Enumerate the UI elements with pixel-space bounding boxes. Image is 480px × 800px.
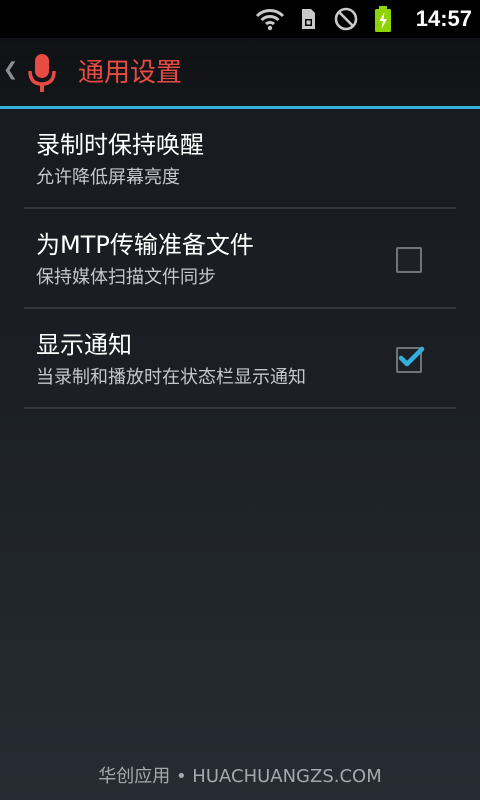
mtp-checkbox[interactable] — [396, 247, 422, 273]
watermark: 华创应用 • HUACHUANGZS.COM — [98, 766, 382, 787]
pref-title: 为MTP传输准备文件 — [36, 231, 254, 259]
pref-summary: 当录制和播放时在状态栏显示通知 — [36, 367, 306, 388]
pref-title: 显示通知 — [36, 331, 132, 359]
pref-show-notification[interactable]: 显示通知 当录制和播放时在状态栏显示通知 — [24, 309, 456, 409]
notification-checkbox[interactable] — [396, 346, 425, 373]
battery-charging-icon — [375, 6, 391, 32]
sd-card-icon — [302, 9, 315, 29]
pref-title: 录制时保持唤醒 — [36, 131, 204, 159]
page-title[interactable]: 通用设置 — [78, 56, 182, 90]
action-bar: ❮ 通用设置 — [0, 38, 480, 106]
do-not-disturb-icon — [334, 7, 358, 31]
checkmark-icon — [398, 346, 425, 367]
status-bar: 14:57 — [0, 0, 480, 38]
pref-summary: 允许降低屏幕亮度 — [36, 167, 180, 188]
microphone-icon[interactable] — [22, 52, 62, 94]
pref-mtp-prepare[interactable]: 为MTP传输准备文件 保持媒体扫描文件同步 — [24, 209, 456, 309]
preference-list: 录制时保持唤醒 允许降低屏幕亮度 为MTP传输准备文件 保持媒体扫描文件同步 显… — [24, 109, 456, 409]
wifi-icon — [255, 9, 285, 31]
clock: 14:57 — [415, 6, 472, 31]
pref-summary: 保持媒体扫描文件同步 — [36, 267, 216, 288]
back-chevron-icon[interactable]: ❮ — [3, 60, 18, 80]
pref-keep-awake[interactable]: 录制时保持唤醒 允许降低屏幕亮度 — [24, 109, 456, 209]
